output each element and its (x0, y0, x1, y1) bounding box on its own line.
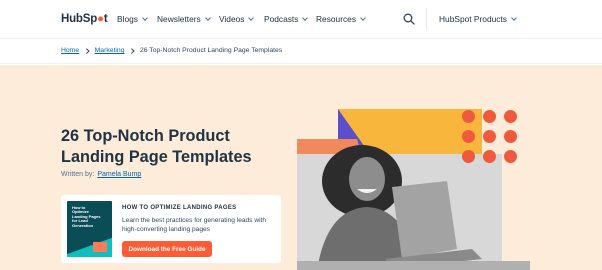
cta-description: Learn the best practices for generating … (122, 217, 267, 233)
byline: Written by: Pamela Bump (61, 171, 141, 178)
site-header: HubSp●t Blogs Newsletters Videos Podcast… (0, 0, 602, 38)
dot-icon (483, 130, 496, 143)
ebook-cover-title: How to Optimize Landing Pages for Lead G… (72, 205, 101, 228)
breadcrumb-home-link[interactable]: Home (61, 47, 79, 54)
nav-item-newsletters[interactable]: Newsletters (157, 14, 211, 24)
nav-label: HubSpot Products (439, 14, 507, 24)
download-guide-button[interactable]: Download the Free Guide (122, 241, 212, 257)
nav-item-videos[interactable]: Videos (219, 14, 255, 24)
nav-label: Blogs (117, 14, 138, 24)
chevron-down-icon (142, 14, 148, 21)
laptop (392, 181, 457, 259)
desk (297, 261, 530, 270)
nav-item-resources[interactable]: Resources (316, 14, 366, 24)
breadcrumb-marketing-link[interactable]: Marketing (95, 47, 125, 54)
dot-icon (462, 130, 475, 143)
hubspot-logo[interactable]: HubSp●t (61, 13, 108, 25)
ebook-cover-accent (93, 242, 107, 252)
dot-icon (504, 110, 517, 123)
nav-item-podcasts[interactable]: Podcasts (264, 14, 309, 24)
dot-icon (483, 150, 496, 163)
chevron-right-icon (129, 48, 135, 53)
chevron-down-icon (511, 14, 517, 21)
nav-item-blogs[interactable]: Blogs (117, 14, 148, 24)
breadcrumb-current: 26 Top-Notch Product Landing Page Templa… (139, 47, 283, 54)
ebook-cover[interactable]: How to Optimize Landing Pages for Lead G… (67, 201, 112, 257)
dot-icon (462, 110, 475, 123)
logo-text: Hub (61, 13, 83, 25)
cta-heading: HOW TO OPTIMIZE LANDING PAGES (122, 205, 237, 211)
written-by-label: Written by: (61, 171, 95, 178)
dot-icon (504, 130, 517, 143)
nav-label: Resources (316, 14, 357, 24)
nav-label: Videos (219, 14, 245, 24)
sprocket-icon: ● (97, 13, 104, 25)
dot-icon (462, 150, 475, 163)
dot-icon (504, 150, 517, 163)
nav-label: Podcasts (264, 14, 299, 24)
cta-card: How to Optimize Landing Pages for Lead G… (61, 195, 281, 263)
chevron-down-icon (302, 14, 309, 21)
chevron-down-icon (248, 14, 255, 21)
search-icon[interactable] (403, 13, 415, 25)
page-title: 26 Top-Notch Product Landing Page Templa… (61, 127, 252, 166)
logo-text: t (103, 13, 108, 25)
chevron-down-icon (360, 14, 366, 21)
breadcrumb: Home Marketing 26 Top-Notch Product Land… (61, 47, 282, 54)
author-link[interactable]: Pamela Bump (97, 171, 141, 178)
person-face (349, 157, 385, 201)
breadcrumb-bar: Home Marketing 26 Top-Notch Product Land… (0, 38, 602, 64)
chevron-right-icon (84, 48, 90, 53)
chevron-down-icon (204, 14, 211, 21)
logo-text: Sp (82, 13, 98, 25)
dot-icon (483, 110, 496, 123)
nav-label: Newsletters (157, 14, 201, 24)
nav-divider (426, 8, 427, 30)
nav-item-hubspot-products[interactable]: HubSpot Products (439, 14, 517, 24)
